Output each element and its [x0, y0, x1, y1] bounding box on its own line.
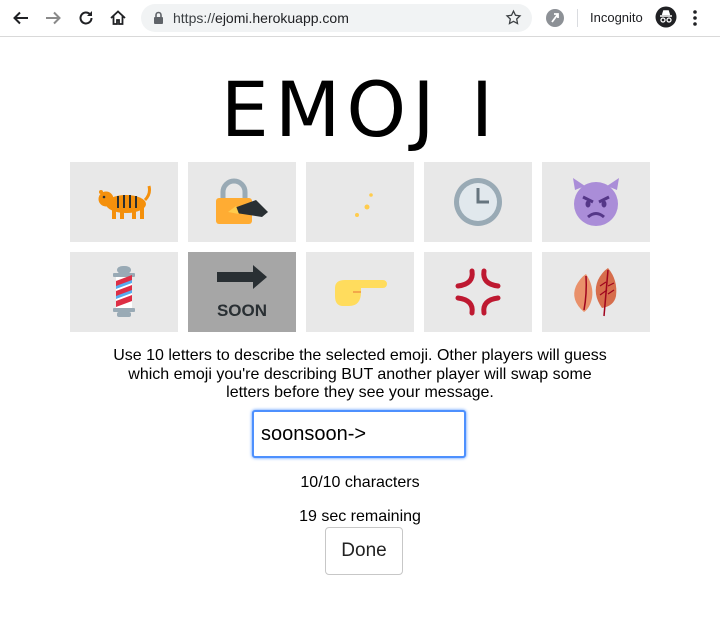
- message-input[interactable]: [252, 410, 466, 458]
- emoji-grid: SOON: [70, 162, 650, 332]
- soon-arrow-icon: SOON: [217, 265, 267, 320]
- pointing-right-icon: [335, 280, 387, 306]
- tiger-icon: [98, 185, 151, 219]
- soon-label: SOON: [217, 301, 267, 320]
- done-button[interactable]: Done: [325, 527, 403, 575]
- game-logo: EMOJ I: [220, 65, 500, 154]
- fallen-leaves-icon: [574, 268, 617, 317]
- locked-with-pen-icon: [216, 178, 268, 224]
- incognito-icon[interactable]: [655, 6, 677, 33]
- emoji-tile-anger-symbol[interactable]: [424, 252, 532, 332]
- instructions-line: Use 10 letters to describe the selected …: [113, 347, 607, 364]
- browser-toolbar: https://ejomi.herokuapp.com Incognito: [0, 0, 720, 37]
- emoji-tile-fallen-leaves[interactable]: [542, 252, 650, 332]
- character-count: 10/10 characters: [300, 474, 420, 491]
- home-icon[interactable]: [106, 6, 130, 30]
- angry-devil-icon: [573, 178, 619, 226]
- incognito-label: Incognito: [590, 10, 643, 25]
- emoji-tile-pointing-right[interactable]: [306, 252, 414, 332]
- toolbar-separator: [577, 9, 578, 27]
- forward-arrow-icon[interactable]: [41, 6, 65, 30]
- address-bar[interactable]: https://ejomi.herokuapp.com: [141, 4, 532, 32]
- emoji-tile-three-oclock[interactable]: [424, 162, 532, 242]
- instructions-line: letters before they see your message.: [226, 384, 494, 401]
- extension-icon[interactable]: [545, 8, 565, 33]
- anger-symbol-icon: [455, 268, 501, 316]
- emoji-tile-crescent-moon[interactable]: [306, 162, 414, 242]
- emoji-tile-tiger[interactable]: [70, 162, 178, 242]
- url-text: https://ejomi.herokuapp.com: [173, 10, 349, 26]
- time-remaining: 19 sec remaining: [299, 508, 421, 525]
- back-arrow-icon[interactable]: [9, 6, 33, 30]
- lock-icon: [153, 11, 164, 30]
- emoji-tile-angry-devil[interactable]: [542, 162, 650, 242]
- instructions-line: which emoji you're describing BUT anothe…: [128, 365, 592, 383]
- kebab-menu-icon[interactable]: [692, 8, 698, 33]
- barber-pole-icon: [113, 266, 135, 317]
- crescent-moon-icon: [339, 181, 382, 223]
- instructions-text: Use 10 letters to describe the selected …: [100, 347, 620, 403]
- clock-icon: [454, 178, 502, 226]
- emoji-tile-barber-pole[interactable]: [70, 252, 178, 332]
- emoji-tile-soon-arrow[interactable]: SOON: [188, 252, 296, 332]
- star-icon[interactable]: [505, 9, 522, 31]
- reload-icon[interactable]: [74, 6, 98, 30]
- emoji-tile-locked-with-pen[interactable]: [188, 162, 296, 242]
